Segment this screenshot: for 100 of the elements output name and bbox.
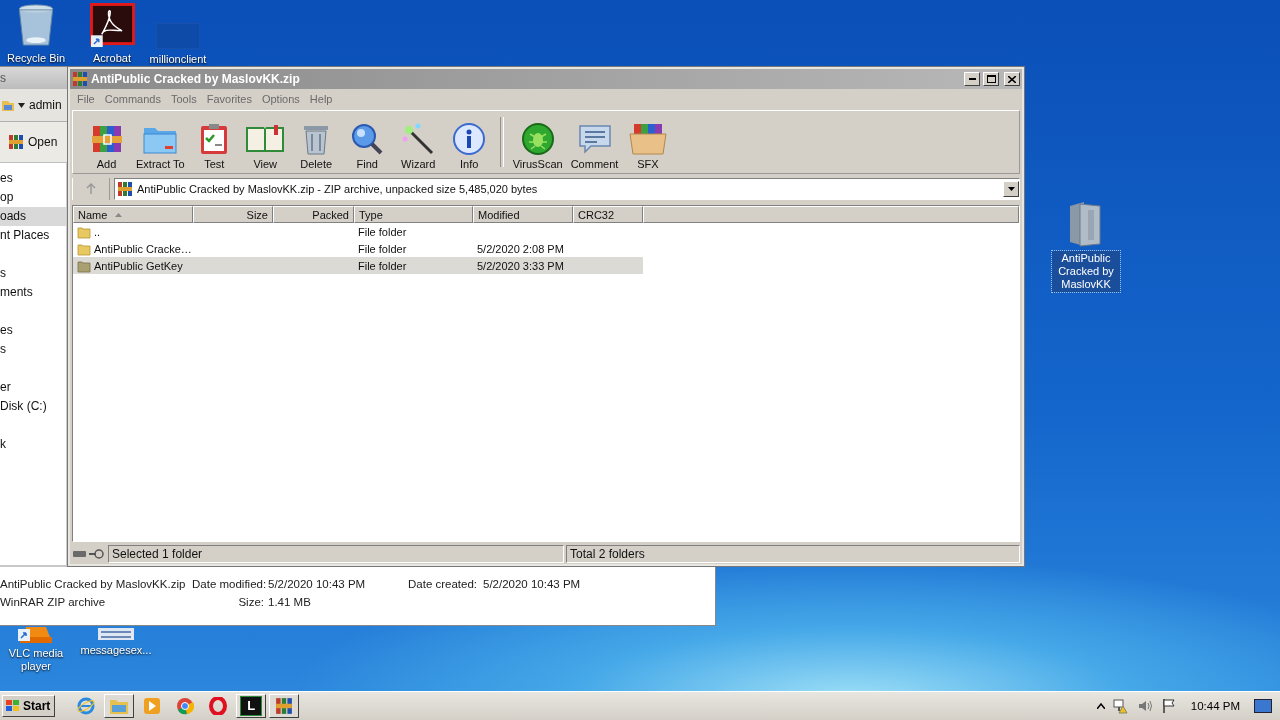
file-row[interactable]: .. File folder	[73, 223, 643, 240]
caret-icon[interactable]	[18, 102, 25, 108]
menu-item[interactable]: Commands	[99, 92, 166, 105]
clock[interactable]: 10:44 PM	[1190, 700, 1240, 712]
folder-icon	[77, 241, 91, 256]
column-header[interactable]: Name	[73, 206, 193, 223]
taskbar-app-button[interactable]	[269, 694, 300, 718]
path-combobox[interactable]: AntiPublic Cracked by MaslovKK.zip - ZIP archive, unpacked size 5,485,020 bytes	[114, 177, 1020, 200]
field-value: 1.41 MB	[268, 596, 312, 610]
magic-wand-icon	[401, 122, 436, 156]
nav-item[interactable]: op	[0, 188, 66, 207]
winrar-icon	[117, 180, 133, 197]
nav-item[interactable]: Disk (C:)	[0, 397, 66, 416]
nav-item[interactable]: es	[0, 169, 66, 188]
table-cell: AntiPublic GetKey	[94, 259, 183, 272]
desktop-icon-label[interactable]: Acrobat	[91, 51, 133, 66]
file-row[interactable]: AntiPublic Cracke… File folder 5/2/2020 2:08 PM	[73, 240, 643, 257]
file-name: AntiPublic Cracked by MaslovKK.zip	[0, 578, 187, 592]
show-desktop-icon[interactable]	[1254, 699, 1272, 713]
winrar-icon	[8, 134, 24, 150]
browser-icon	[176, 697, 195, 715]
column-header[interactable]: Modified	[473, 206, 573, 223]
column-header[interactable]: Type	[354, 206, 473, 223]
table-cell: File folder	[358, 259, 407, 272]
nav-item[interactable]: k	[0, 435, 66, 454]
nav-item[interactable]: oads	[0, 207, 66, 226]
field-value: 5/2/2020 10:43 PM	[483, 578, 582, 592]
toolbar-button[interactable]: Find	[341, 111, 393, 173]
nav-item[interactable]: er	[0, 378, 66, 397]
table-cell: AntiPublic Cracke…	[94, 242, 192, 255]
menu-item[interactable]: Favorites	[201, 92, 257, 105]
column-header[interactable]: Packed	[273, 206, 354, 223]
maximize-icon	[986, 75, 996, 83]
taskbar-app-button[interactable]	[104, 694, 135, 718]
start-button[interactable]: Start	[2, 695, 56, 717]
table-cell: ..	[94, 225, 101, 238]
nav-item[interactable]: s	[0, 264, 66, 283]
menu-item[interactable]: File	[72, 92, 100, 105]
toolbar-button[interactable]: Comment	[566, 111, 623, 173]
status-text: Total 2 folders	[570, 547, 645, 561]
toolbar-button[interactable]: Test	[188, 111, 240, 173]
dropdown-button[interactable]	[1003, 180, 1019, 197]
minimize-button[interactable]	[964, 72, 980, 86]
network-icon[interactable]	[1112, 698, 1129, 714]
desktop-icon-label[interactable]: AntiPublic Cracked by MaslovKK	[1052, 251, 1120, 292]
file-type: WinRAR ZIP archive	[0, 596, 107, 610]
breadcrumb[interactable]: admin	[29, 98, 62, 112]
maximize-button[interactable]	[983, 72, 999, 86]
field-value: 5/2/2020 10:43 PM	[268, 578, 367, 592]
column-header[interactable]: Size	[193, 206, 273, 223]
field-label: Date modified:	[192, 578, 264, 592]
column-header[interactable]: CRC32	[573, 206, 643, 223]
speaker-icon[interactable]	[1136, 698, 1153, 714]
nav-item[interactable]: es	[0, 321, 66, 340]
pdf-shortcut-icon	[89, 3, 135, 48]
caret-icon	[1007, 186, 1015, 191]
nav-item[interactable]: nt Places	[0, 226, 66, 245]
toolbar-button[interactable]: Extract To	[132, 111, 189, 173]
toolbar-button[interactable]: VirusScan	[508, 111, 567, 173]
menu-item[interactable]: Help	[304, 92, 338, 105]
toolbar-button[interactable]: SFX	[622, 111, 674, 173]
nav-item[interactable]: ments	[0, 283, 66, 302]
desktop-icon-label[interactable]: messagesex...	[78, 643, 154, 658]
menu-item[interactable]: Options	[256, 92, 305, 105]
box-icon	[627, 122, 668, 156]
open-button[interactable]: Open	[0, 128, 66, 156]
desktop-icon-label[interactable]: millionclient	[147, 52, 209, 67]
desktop-icon-label[interactable]: VLC media player	[0, 646, 72, 674]
folder-icon	[109, 697, 130, 715]
up-button[interactable]	[72, 177, 110, 200]
window-title: s	[0, 71, 6, 85]
winrar-icon	[275, 697, 294, 715]
play-icon	[143, 697, 162, 715]
winrar-icon	[72, 71, 88, 87]
menu-item[interactable]: Tools	[166, 92, 202, 105]
table-cell: File folder	[358, 242, 407, 255]
toolbar-button[interactable]: Wizard	[392, 111, 444, 173]
folder-icon	[2, 98, 14, 112]
info-icon	[452, 122, 487, 156]
minimize-icon	[968, 78, 976, 80]
close-button[interactable]	[1004, 72, 1020, 86]
window-title: AntiPublic Cracked by MaslovKK.zip	[91, 72, 301, 86]
folder-icon	[77, 258, 91, 273]
speech-bubble-icon	[576, 122, 613, 156]
windows-flag-icon	[5, 699, 21, 713]
toolbar-button[interactable]: Add	[81, 111, 132, 173]
table-cell: 5/2/2020 3:33 PM	[477, 259, 564, 272]
toolbar-button[interactable]: Info	[443, 111, 495, 173]
toolbar-button[interactable]: View	[239, 111, 291, 173]
toolbar-button[interactable]: Delete	[290, 111, 342, 173]
field-label: Date created:	[408, 578, 479, 592]
chevron-up-icon[interactable]	[1096, 703, 1105, 709]
file-row[interactable]: AntiPublic GetKey File folder 5/2/2020 3:33 PM	[73, 257, 643, 274]
desktop-icon-label[interactable]: Recycle Bin	[4, 51, 68, 66]
recycle-bin-icon	[16, 3, 56, 48]
nav-item[interactable]: s	[0, 340, 66, 359]
search-icon	[350, 122, 385, 156]
close-icon	[1008, 75, 1016, 83]
bug-icon	[520, 122, 555, 156]
flag-icon[interactable]	[1160, 698, 1177, 714]
